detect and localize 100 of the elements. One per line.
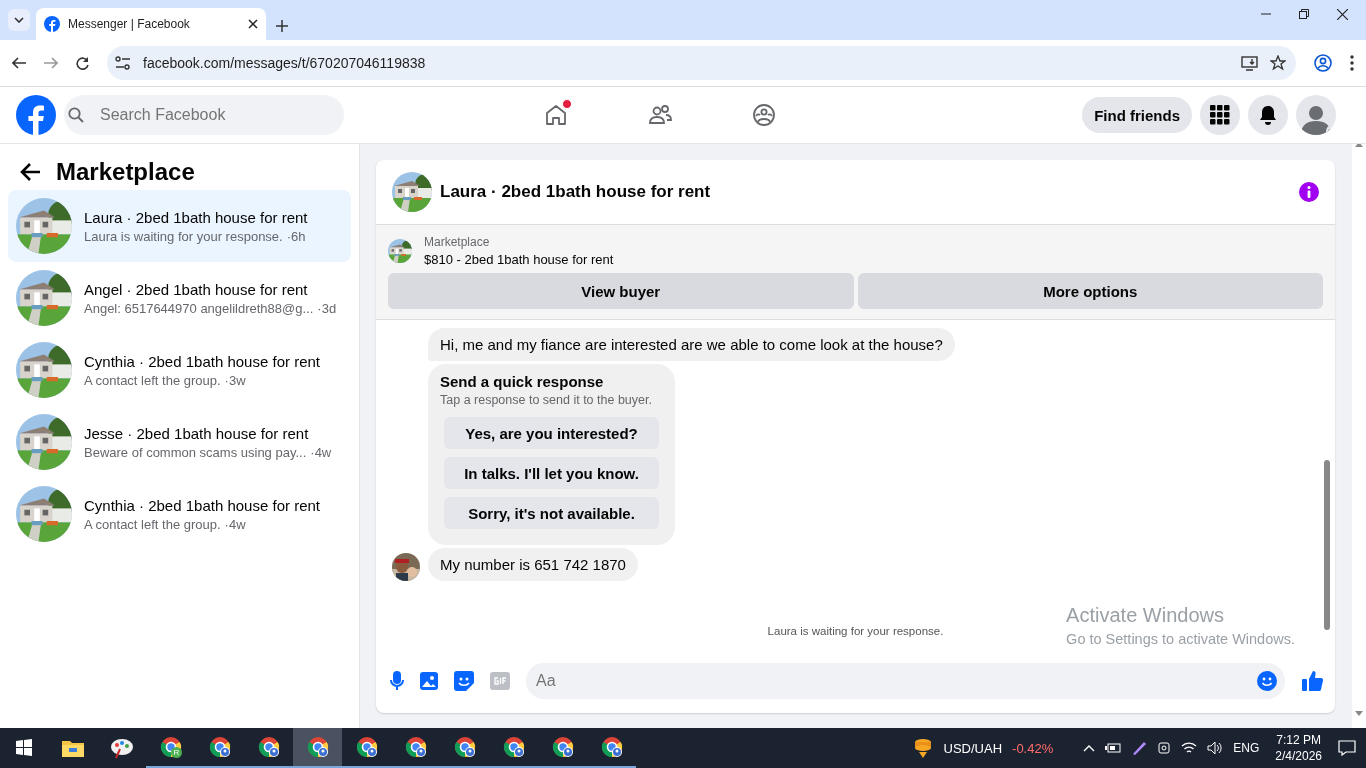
card-title: Send a quick response [440, 373, 605, 390]
search-field[interactable]: Search Facebook [64, 95, 344, 135]
menu-button[interactable] [1200, 95, 1240, 135]
url-text: facebook.com/messages/t/670207046119838 [143, 55, 427, 71]
chrome-icon [403, 735, 428, 759]
restore-icon[interactable] [1299, 8, 1309, 19]
chrome-icon [354, 735, 379, 759]
reload-icon[interactable] [76, 56, 89, 70]
conversation-title: Jesse · 2bed 1bath house for rent [84, 424, 310, 442]
clock[interactable]: 7:12 PM 2/4/2026 [1275, 732, 1322, 764]
star-icon[interactable] [1270, 55, 1286, 71]
conversation-title: Cynthia · 2bed 1bath house for rent [84, 496, 320, 514]
activation-subtitle: Go to Settings to activate Windows. [1066, 631, 1295, 647]
message-bubble: My number is 651 742 1870 [428, 548, 638, 581]
message-preview: Laura is waiting for your response. [84, 228, 283, 244]
conversation-item[interactable]: Cynthia · 2bed 1bath house for rent A contact left the group. ·3w [8, 334, 351, 406]
timestamp: ·4w [310, 444, 332, 460]
thumbs-up-icon[interactable] [1301, 670, 1323, 692]
chrome-icon [550, 735, 575, 759]
conversation-item[interactable]: Angel · 2bed 1bath house for rent Angel: 6517644970 angelildreth88@g... ·3d [8, 262, 351, 334]
scrollbar-thumb[interactable] [1324, 460, 1330, 630]
palette-icon [109, 737, 134, 759]
groups-icon[interactable] [752, 103, 776, 127]
site-settings-icon[interactable] [115, 56, 131, 70]
conversation-item[interactable]: Jesse · 2bed 1bath house for rent Beware of common scams using pay... ·4w [8, 406, 351, 478]
home-icon[interactable] [544, 103, 568, 127]
chrome-icon [207, 735, 232, 759]
tab-list-button[interactable] [8, 9, 30, 31]
microphone-icon[interactable] [390, 671, 404, 691]
message-preview: Beware of common scams using pay... [84, 444, 307, 460]
timestamp: ·3d [317, 300, 337, 316]
bell-icon [1258, 105, 1278, 125]
message-preview: Angel: 6517644970 angelildreth88@g... [84, 300, 314, 316]
timestamp: ·3w [224, 372, 246, 388]
emoji-icon[interactable] [1257, 671, 1277, 691]
speaker-icon[interactable] [1207, 741, 1224, 755]
facebook-icon [44, 16, 60, 32]
search-icon [68, 107, 84, 123]
conversation-item[interactable]: Cynthia · 2bed 1bath house for rent A contact left the group. ·4w [8, 478, 351, 550]
sticker-icon[interactable] [454, 671, 474, 691]
notifications-button[interactable] [1248, 95, 1288, 135]
message-preview: A contact left the group. [84, 372, 221, 388]
status-text: Laura is waiting for your response. [767, 625, 944, 637]
address-bar[interactable]: facebook.com/messages/t/670207046119838 [107, 46, 1296, 80]
quick-response-button[interactable]: Sorry, it's not available. [444, 497, 659, 529]
more-menu-icon[interactable] [1350, 55, 1354, 71]
find-friends-button[interactable]: Find friends [1082, 97, 1192, 133]
chrome-icon [599, 735, 624, 759]
quick-response-button[interactable]: Yes, are you interested? [444, 417, 659, 449]
notifications-icon[interactable] [1338, 740, 1356, 756]
tab-title: Messenger | Facebook [68, 17, 191, 31]
facebook-logo[interactable] [16, 95, 56, 135]
folder-icon [61, 739, 84, 757]
conversation-item[interactable]: Laura · 2bed 1bath house for rent Laura is waiting for your response. ·6h [8, 190, 351, 262]
chrome-icon [501, 735, 526, 759]
new-tab-icon[interactable] [276, 20, 288, 32]
wifi-icon[interactable] [1181, 741, 1198, 755]
conversation-title: Angel · 2bed 1bath house for rent [84, 280, 309, 298]
action-button[interactable]: More options [857, 273, 1323, 309]
forward-arrow-icon[interactable] [44, 57, 58, 69]
account-button[interactable] [1296, 95, 1336, 135]
back-arrow-icon[interactable] [20, 163, 40, 181]
timestamp: ·4w [224, 516, 246, 532]
chat-title: Laura · 2bed 1bath house for rent [440, 182, 712, 202]
install-app-icon[interactable] [1241, 55, 1258, 71]
people-icon[interactable] [648, 103, 672, 127]
listing-title: $810 - 2bed 1bath house for rent [424, 252, 614, 267]
currency-pair: USD/UAH [943, 740, 1003, 756]
timestamp: ·6h [286, 228, 306, 244]
info-icon[interactable] [1299, 182, 1319, 202]
rate-change: -0.42% [1012, 740, 1054, 756]
message-preview: A contact left the group. [84, 516, 221, 532]
taskbar-app[interactable] [293, 728, 342, 768]
battery-icon[interactable] [1105, 742, 1122, 754]
pen-icon[interactable] [1131, 740, 1148, 756]
quick-response-button[interactable]: In talks. I'll let you know. [444, 457, 659, 489]
browser-tab[interactable]: Messenger | Facebook [36, 8, 266, 40]
scroll-down-icon[interactable] [1355, 711, 1363, 716]
language-indicator[interactable]: ENG [1233, 741, 1260, 755]
person-silhouette-icon [1301, 103, 1331, 135]
close-icon[interactable] [1337, 8, 1348, 20]
action-button[interactable]: View buyer [388, 273, 854, 309]
profile-icon[interactable] [1314, 54, 1332, 72]
camera-icon[interactable] [1157, 740, 1172, 756]
card-subtitle: Tap a response to send it to the buyer. [440, 393, 653, 407]
conversation-title: Cynthia · 2bed 1bath house for rent [84, 352, 320, 370]
chevron-up-icon[interactable] [1083, 744, 1096, 752]
profile-badge: R [171, 747, 182, 758]
grid-menu-icon [1210, 105, 1230, 125]
listing-label: Marketplace [424, 235, 491, 249]
close-icon[interactable] [248, 19, 258, 29]
chrome-icon [452, 735, 477, 759]
message-bubble: Hi, me and my fiance are interested are we able to come look at the house? [428, 328, 955, 361]
activation-title: Activate Windows [1066, 604, 1225, 627]
sidebar-title: Marketplace [56, 158, 195, 186]
back-arrow-icon[interactable] [12, 57, 26, 69]
conversation-title: Laura · 2bed 1bath house for rent [84, 208, 308, 226]
chrome-icon [305, 735, 330, 759]
message-field[interactable]: Aa [526, 663, 1285, 699]
image-icon[interactable] [420, 672, 438, 690]
